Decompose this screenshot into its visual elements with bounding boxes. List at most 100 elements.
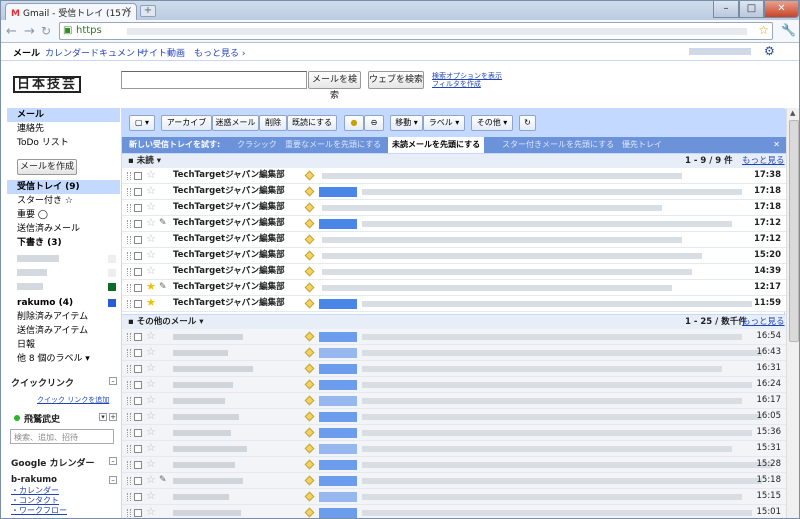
priority-option-important[interactable]: 重要なメールを先頭にする [285, 137, 381, 153]
star-icon[interactable]: ☆ [146, 264, 156, 278]
star-icon[interactable]: ☆ [146, 184, 156, 198]
row-checkbox[interactable] [134, 413, 142, 421]
drag-handle-icon[interactable] [127, 461, 131, 469]
importance-marker-icon[interactable] [304, 170, 315, 181]
sidebar-item-inbox[interactable]: 受信トレイ (9) [7, 180, 120, 194]
importance-marker-icon[interactable] [304, 491, 315, 502]
chat-user-name[interactable]: 飛鷲武史 [24, 412, 60, 425]
importance-marker-icon[interactable] [304, 282, 315, 293]
drag-handle-icon[interactable] [127, 493, 131, 501]
chat-search-input[interactable]: 検索、追加、招待 [10, 429, 114, 444]
maximize-button[interactable]: □ [739, 1, 764, 18]
star-icon[interactable]: ☆ [146, 216, 156, 230]
star-icon[interactable]: ★ [146, 280, 156, 294]
row-checkbox[interactable] [134, 493, 142, 501]
chat-status-dropdown-icon[interactable]: ▾ [99, 413, 107, 421]
drag-handle-icon[interactable] [127, 397, 131, 405]
search-mail-button[interactable]: メールを検索 [308, 71, 361, 101]
other-more-link[interactable]: もっと見る [742, 315, 785, 329]
new-tab-button[interactable]: + [140, 5, 156, 17]
wrench-icon[interactable]: 🔧 [781, 23, 796, 37]
drag-handle-icon[interactable] [127, 172, 131, 180]
mark-read-button[interactable]: 既読にする [287, 115, 337, 131]
row-checkbox[interactable] [134, 204, 142, 212]
table-row[interactable]: ★ ✎ TechTargetジャパン編集部 12:17 [122, 280, 786, 296]
row-checkbox[interactable] [134, 252, 142, 260]
more-actions-button[interactable]: その他 ▾ [471, 115, 513, 131]
row-checkbox[interactable] [134, 188, 142, 196]
gbar-video[interactable]: 動画 [167, 46, 185, 59]
unread-more-link[interactable]: もっと見る [742, 154, 785, 168]
star-icon[interactable]: ☆ [146, 393, 156, 407]
drag-handle-icon[interactable] [127, 477, 131, 485]
importance-marker-icon[interactable] [304, 298, 315, 309]
importance-marker-icon[interactable] [304, 250, 315, 261]
table-row[interactable]: ☆ 16:31 [122, 361, 786, 377]
star-icon[interactable]: ☆ [146, 473, 156, 487]
sidebar-item-sent-items[interactable]: 送信済みアイテム [7, 324, 120, 338]
row-checkbox[interactable] [134, 509, 142, 517]
importance-marker-icon[interactable] [304, 218, 315, 229]
minimize-button[interactable]: – [713, 1, 739, 18]
star-icon[interactable]: ☆ [146, 457, 156, 471]
drag-handle-icon[interactable] [127, 252, 131, 260]
create-filter-text[interactable]: フィルタを作成 [432, 80, 502, 88]
drag-handle-icon[interactable] [127, 413, 131, 421]
add-quicklink-link[interactable]: クイック リンクを追加 [37, 395, 109, 405]
sidebar-label-blurred[interactable] [7, 266, 120, 280]
star-icon[interactable]: ☆ [146, 232, 156, 246]
gbar-mail[interactable]: メール [13, 46, 40, 59]
drag-handle-icon[interactable] [127, 284, 131, 292]
row-checkbox[interactable] [134, 284, 142, 292]
importance-marker-icon[interactable] [304, 475, 315, 486]
importance-marker-icon[interactable] [304, 443, 315, 454]
row-checkbox[interactable] [134, 445, 142, 453]
table-row[interactable]: ☆ 15:15 [122, 489, 786, 505]
search-input[interactable] [121, 71, 307, 89]
importance-marker-icon[interactable] [304, 186, 315, 197]
table-row[interactable]: ☆ 15:36 [122, 425, 786, 441]
table-row[interactable]: ★ TechTargetジャパン編集部 11:59 [122, 296, 786, 312]
table-row[interactable]: ☆ 15:31 [122, 441, 786, 457]
compose-button[interactable]: メールを作成 [17, 159, 77, 175]
row-checkbox[interactable] [134, 236, 142, 244]
move-button[interactable]: 移動 ▾ [390, 115, 423, 131]
table-row[interactable]: ☆ TechTargetジャパン編集部 17:18 [122, 200, 786, 216]
sidebar-item-more-labels[interactable]: 他 8 個のラベル ▾ [7, 352, 120, 366]
label-button[interactable]: ラベル ▾ [423, 115, 465, 131]
drag-handle-icon[interactable] [127, 204, 131, 212]
collapse-icon[interactable]: – [109, 377, 117, 385]
importance-marker-icon[interactable] [304, 363, 315, 374]
star-icon[interactable]: ☆ [146, 168, 156, 182]
arrow-right-icon[interactable]: → [24, 24, 35, 39]
gbar-calendar[interactable]: カレンダー [45, 46, 90, 59]
row-checkbox[interactable] [134, 333, 142, 341]
drag-handle-icon[interactable] [127, 268, 131, 276]
importance-marker-icon[interactable] [304, 395, 315, 406]
mark-important-icon[interactable]: ● [344, 115, 364, 131]
table-row[interactable]: ☆ TechTargetジャパン編集部 17:12 [122, 232, 786, 248]
mark-not-important-icon[interactable]: ⊖ [364, 115, 384, 131]
collapse-icon[interactable]: – [109, 457, 117, 465]
star-icon[interactable]: ☆ [146, 248, 156, 262]
priority-option-priority[interactable]: 優先トレイ [622, 137, 662, 153]
scrollbar[interactable]: ▲ [786, 108, 799, 518]
search-options-link[interactable]: 検索オプションを表示 フィルタを作成 [432, 72, 502, 88]
other-section-title[interactable]: ▪ その他のメール ▾ [128, 315, 203, 329]
sidebar-item-drafts[interactable]: 下書き (3) [7, 236, 120, 250]
table-row[interactable]: ☆ 16:24 [122, 377, 786, 393]
drag-handle-icon[interactable] [127, 333, 131, 341]
sidebar-item-deleted[interactable]: 削除済みアイテム [7, 310, 120, 324]
importance-marker-icon[interactable] [304, 507, 315, 518]
star-icon[interactable]: ☆ [146, 409, 156, 423]
gbar-sites[interactable]: サイト [140, 46, 167, 59]
importance-marker-icon[interactable] [304, 202, 315, 213]
importance-marker-icon[interactable] [304, 411, 315, 422]
sidebar-item-daily-report[interactable]: 日報 [7, 338, 120, 352]
star-icon[interactable]: ☆ [146, 345, 156, 359]
sidebar-label-blurred[interactable] [7, 252, 120, 266]
gear-icon[interactable]: ⚙ [764, 44, 775, 58]
star-icon[interactable]: ☆ [146, 329, 156, 343]
drag-handle-icon[interactable] [127, 236, 131, 244]
priority-option-starred[interactable]: スター付きメールを先頭にする [502, 137, 614, 153]
